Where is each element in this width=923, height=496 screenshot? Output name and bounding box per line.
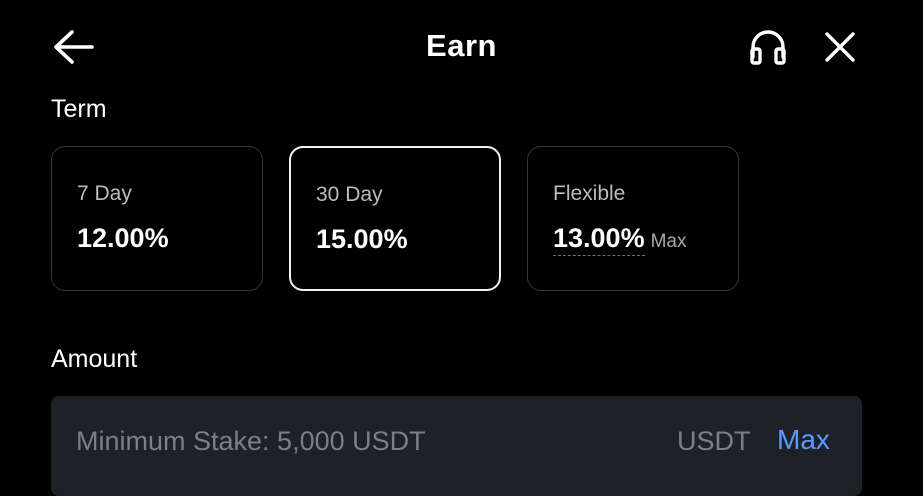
term-option-name: 30 Day (316, 183, 383, 206)
term-option-30-day[interactable]: 30 Day 15.00% (289, 146, 501, 291)
close-button[interactable] (818, 26, 862, 68)
amount-placeholder: Minimum Stake: 5,000 USDT (76, 426, 426, 456)
term-option-7-day[interactable]: 7 Day 12.00% (51, 146, 263, 291)
amount-section-label: Amount (51, 345, 138, 373)
amount-input[interactable]: Minimum Stake: 5,000 USDT USDT Max (51, 396, 862, 496)
term-option-flexible[interactable]: Flexible 13.00% Max (527, 146, 739, 291)
rate-max-suffix: Max (650, 231, 687, 252)
term-option-name: 7 Day (77, 182, 132, 205)
support-button[interactable] (745, 26, 791, 68)
rate-value: 15.00% (316, 224, 408, 254)
amount-unit: USDT (677, 426, 751, 456)
rate-value: 13.00% (553, 223, 645, 256)
term-option-name: Flexible (553, 182, 626, 205)
max-button[interactable]: Max (777, 424, 830, 456)
term-option-rate: 12.00% (77, 223, 169, 254)
close-icon (825, 32, 855, 62)
rate-value: 12.00% (77, 223, 169, 253)
headset-icon (750, 30, 786, 65)
header-bar: Earn (0, 0, 923, 96)
term-section-label: Term (51, 95, 107, 123)
term-option-rate: 15.00% (316, 224, 408, 255)
term-option-rate: 13.00% Max (553, 223, 687, 256)
